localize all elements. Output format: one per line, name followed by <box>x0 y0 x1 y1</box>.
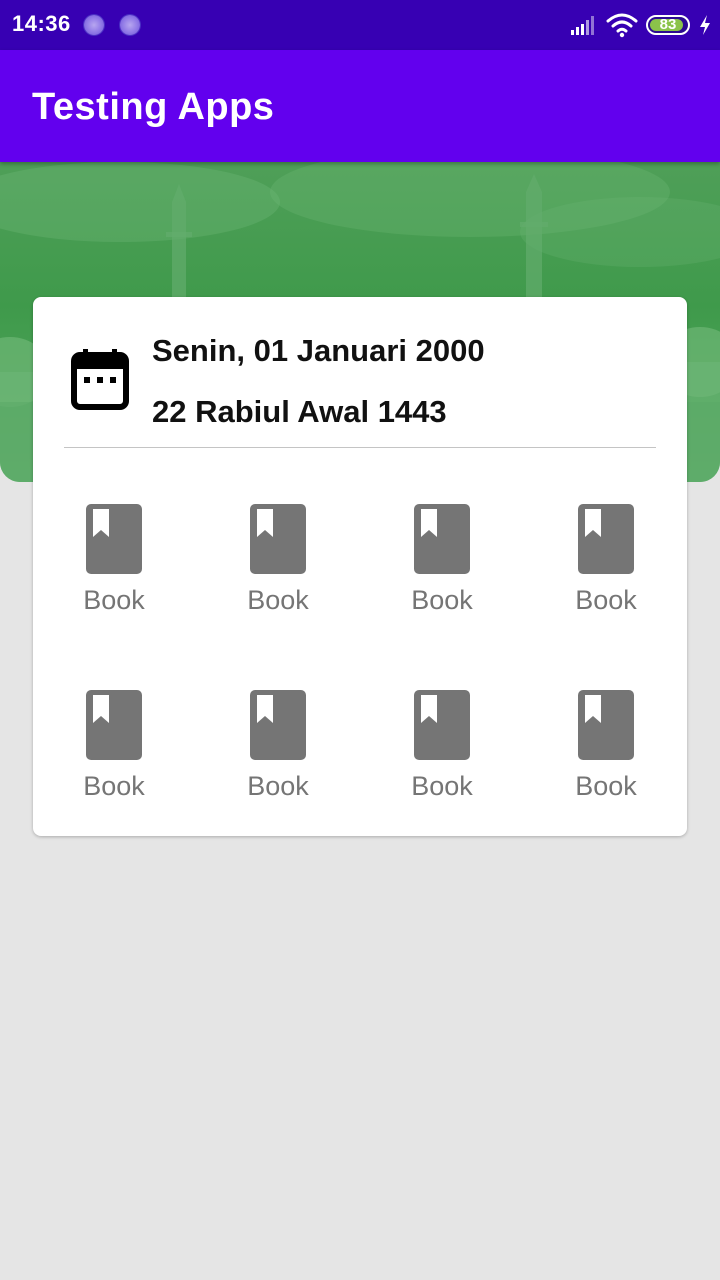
notification-icon <box>84 15 104 35</box>
signal-icon <box>571 16 594 35</box>
book-icon <box>414 690 470 760</box>
menu-item-label: Book <box>411 585 473 615</box>
menu-item-book[interactable]: Book <box>382 503 502 633</box>
charging-icon <box>700 15 710 35</box>
menu-item-book[interactable]: Book <box>54 503 174 633</box>
app-title: Testing Apps <box>32 86 275 128</box>
menu-item-label: Book <box>247 585 309 615</box>
menu-item-label: Book <box>247 771 309 801</box>
gregorian-date: Senin, 01 Januari 2000 <box>152 333 485 368</box>
menu-item-book[interactable]: Book <box>218 689 338 819</box>
book-icon <box>250 504 306 574</box>
book-icon <box>86 504 142 574</box>
book-icon <box>578 504 634 574</box>
status-time: 14:36 <box>12 11 71 36</box>
wifi-icon <box>606 13 638 38</box>
book-icon <box>86 690 142 760</box>
date-menu-card: Senin, 01 Januari 2000 22 Rabiul Awal 14… <box>33 297 687 836</box>
menu-item-book[interactable]: Book <box>54 689 174 819</box>
divider <box>64 447 656 448</box>
menu-item-book[interactable]: Book <box>546 503 666 633</box>
menu-item-label: Book <box>575 585 637 615</box>
app-bar: Testing Apps <box>0 50 720 162</box>
status-bar: 14:36 83 <box>0 0 720 50</box>
menu-item-book[interactable]: Book <box>382 689 502 819</box>
battery-icon: 83 <box>646 15 690 35</box>
menu-item-book[interactable]: Book <box>218 503 338 633</box>
calendar-icon <box>71 349 129 410</box>
notification-icon <box>120 15 140 35</box>
battery-level: 83 <box>659 16 677 33</box>
book-icon <box>250 690 306 760</box>
menu-item-book[interactable]: Book <box>546 689 666 819</box>
hijri-date: 22 Rabiul Awal 1443 <box>152 394 447 429</box>
book-icon <box>414 504 470 574</box>
book-icon <box>578 690 634 760</box>
menu-item-label: Book <box>83 585 145 615</box>
menu-item-label: Book <box>575 771 637 801</box>
menu-item-label: Book <box>83 771 145 801</box>
menu-item-label: Book <box>411 771 473 801</box>
